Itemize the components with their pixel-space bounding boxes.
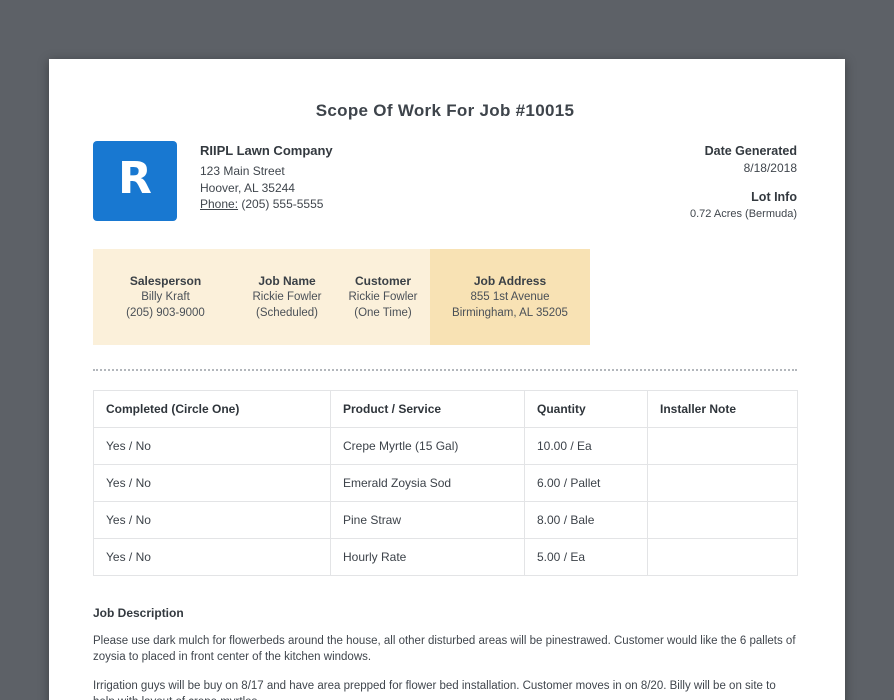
info-column-salesperson: Salesperson Billy Kraft (205) 903-9000 bbox=[93, 249, 238, 345]
job-address-line2: Birmingham, AL 35205 bbox=[452, 307, 568, 319]
table-row: Yes / No Hourly Rate 5.00 / Ea bbox=[93, 538, 798, 576]
job-address-label: Job Address bbox=[473, 274, 547, 288]
logo-letter: R bbox=[118, 153, 152, 204]
cell-product: Emerald Zoysia Sod bbox=[330, 464, 525, 502]
scope-of-work-table: Completed (Circle One) Product / Service… bbox=[93, 390, 798, 576]
cell-completed: Yes / No bbox=[93, 538, 331, 576]
cell-quantity: 6.00 / Pallet bbox=[524, 464, 648, 502]
info-column-job-name: Job Name Rickie Fowler (Scheduled) bbox=[238, 249, 336, 345]
job-name-label: Job Name bbox=[258, 274, 316, 288]
customer-name: Rickie Fowler bbox=[348, 291, 418, 303]
salesperson-name: Billy Kraft bbox=[141, 291, 190, 303]
cell-installer-note bbox=[647, 538, 798, 576]
document-header: R RIIPL Lawn Company 123 Main Street Hoo… bbox=[93, 141, 797, 222]
salesperson-label: Salesperson bbox=[129, 274, 202, 288]
company-logo: R bbox=[93, 141, 177, 221]
job-name-status: (Scheduled) bbox=[255, 307, 318, 319]
job-description-paragraph-1: Please use dark mulch for flowerbeds aro… bbox=[93, 635, 796, 663]
job-description-heading: Job Description bbox=[93, 606, 184, 620]
meta-block: Date Generated 8/18/2018 Lot Info 0.72 A… bbox=[690, 141, 797, 222]
header-completed: Completed (Circle One) bbox=[93, 390, 331, 428]
company-block: R RIIPL Lawn Company 123 Main Street Hoo… bbox=[93, 141, 333, 221]
header-quantity: Quantity bbox=[524, 390, 648, 428]
cell-product: Crepe Myrtle (15 Gal) bbox=[330, 427, 525, 465]
cell-completed: Yes / No bbox=[93, 427, 331, 465]
date-generated-label: Date Generated bbox=[704, 144, 797, 158]
job-name-value: Rickie Fowler bbox=[252, 291, 322, 303]
phone-label: Phone: bbox=[200, 197, 239, 211]
customer-label: Customer bbox=[354, 274, 411, 288]
header-installer-note: Installer Note bbox=[647, 390, 798, 428]
company-phone: Phone: (205) 555-5555 bbox=[200, 196, 333, 213]
backdrop: { "doc": { "title": "Scope Of Work For J… bbox=[0, 0, 894, 700]
customer-type: (One Time) bbox=[354, 307, 412, 319]
company-info: RIIPL Lawn Company 123 Main Street Hoove… bbox=[200, 141, 333, 213]
cell-product: Pine Straw bbox=[330, 501, 525, 539]
cell-completed: Yes / No bbox=[93, 464, 331, 502]
table-row: Yes / No Pine Straw 8.00 / Bale bbox=[93, 501, 798, 539]
salesperson-phone: (205) 903-9000 bbox=[126, 307, 205, 319]
dotted-divider bbox=[93, 369, 797, 371]
cell-installer-note bbox=[647, 501, 798, 539]
cell-quantity: 5.00 / Ea bbox=[524, 538, 648, 576]
page-title: Scope Of Work For Job #10015 bbox=[315, 101, 575, 120]
lot-info-value: 0.72 Acres (Bermuda) bbox=[690, 208, 797, 220]
table-row: Yes / No Emerald Zoysia Sod 6.00 / Palle… bbox=[93, 464, 798, 502]
header-product-service: Product / Service bbox=[330, 390, 525, 428]
cell-quantity: 10.00 / Ea bbox=[524, 427, 648, 465]
company-address-line2: Hoover, AL 35244 bbox=[200, 180, 295, 195]
phone-value: (205) 555-5555 bbox=[241, 197, 324, 211]
cell-completed: Yes / No bbox=[93, 501, 331, 539]
job-info-band: Salesperson Billy Kraft (205) 903-9000 J… bbox=[93, 249, 797, 345]
cell-quantity: 8.00 / Bale bbox=[524, 501, 648, 539]
job-description-paragraph-2: Irrigation guys will be buy on 8/17 and … bbox=[93, 680, 776, 700]
cell-installer-note bbox=[647, 427, 798, 465]
date-generated-value: 8/18/2018 bbox=[743, 161, 797, 175]
info-column-job-address: Job Address 855 1st Avenue Birmingham, A… bbox=[430, 249, 590, 345]
company-address-line1: 123 Main Street bbox=[200, 164, 285, 178]
lot-info-label: Lot Info bbox=[751, 190, 797, 204]
document-page: Scope Of Work For Job #10015 R RIIPL Law… bbox=[49, 59, 845, 700]
table-row: Yes / No Crepe Myrtle (15 Gal) 10.00 / E… bbox=[93, 427, 798, 465]
info-column-customer: Customer Rickie Fowler (One Time) bbox=[336, 249, 430, 345]
company-name: RIIPL Lawn Company bbox=[200, 143, 333, 158]
cell-installer-note bbox=[647, 464, 798, 502]
cell-product: Hourly Rate bbox=[330, 538, 525, 576]
table-header-row: Completed (Circle One) Product / Service… bbox=[93, 390, 798, 428]
job-address-line1: 855 1st Avenue bbox=[470, 291, 550, 303]
